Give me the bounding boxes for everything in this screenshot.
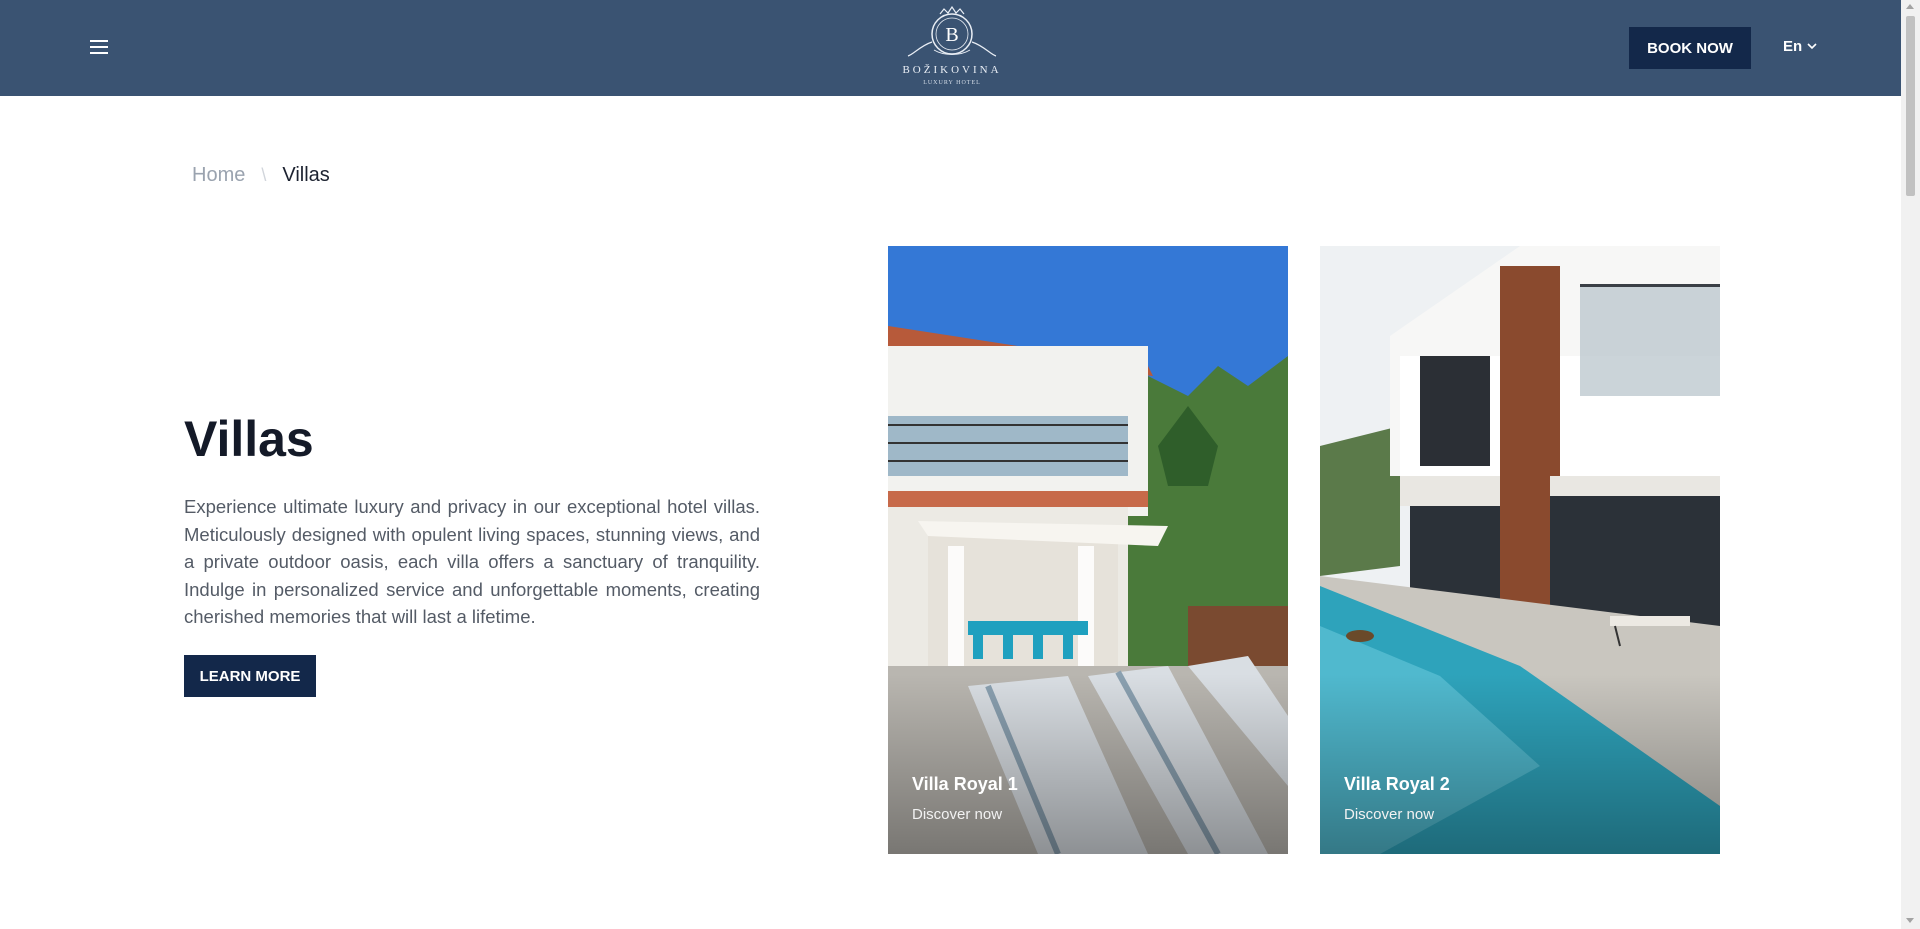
card-shade (1320, 674, 1720, 854)
learn-more-button[interactable]: LEARN MORE (184, 655, 316, 697)
scrollbar-thumb[interactable] (1906, 16, 1915, 196)
logo-subtitle: LUXURY HOTEL (923, 80, 981, 86)
villa-card-title: Villa Royal 1 (912, 774, 1018, 794)
card-shade (888, 674, 1288, 854)
breadcrumb-current: Villas (282, 164, 330, 186)
discover-now-link[interactable]: Discover now (912, 806, 1002, 823)
breadcrumb-home-link[interactable]: Home (192, 164, 245, 187)
breadcrumb: Home \ Villas (192, 164, 330, 187)
site-header: B BOŽIKOVINA LUXURY HOTEL BOOK NOW En (0, 0, 1901, 96)
page-title: Villas (184, 411, 314, 467)
scroll-up-arrow-icon[interactable] (1906, 4, 1914, 9)
crest-icon: B (907, 5, 997, 57)
svg-text:B: B (945, 24, 958, 46)
villa-card-title: Villa Royal 2 (1344, 774, 1450, 794)
hamburger-menu-icon[interactable] (90, 40, 110, 56)
discover-now-link[interactable]: Discover now (1344, 806, 1434, 823)
hotel-logo[interactable]: B BOŽIKOVINA LUXURY HOTEL (900, 5, 1004, 90)
language-selector[interactable]: En (1783, 38, 1817, 55)
scroll-down-arrow-icon[interactable] (1906, 918, 1914, 923)
logo-wordmark: BOŽIKOVINA (902, 64, 1002, 76)
villa-card-royal-2[interactable]: Villa Royal 2 Discover now (1320, 246, 1720, 854)
villa-card-royal-1[interactable]: Villa Royal 1 Discover now (888, 246, 1288, 854)
page-scrollbar[interactable] (1901, 0, 1920, 929)
chevron-down-icon (1807, 43, 1817, 50)
book-now-button[interactable]: BOOK NOW (1629, 27, 1751, 69)
language-label: En (1783, 38, 1803, 55)
breadcrumb-separator: \ (261, 165, 267, 185)
villas-description: Experience ultimate luxury and privacy i… (184, 496, 760, 627)
